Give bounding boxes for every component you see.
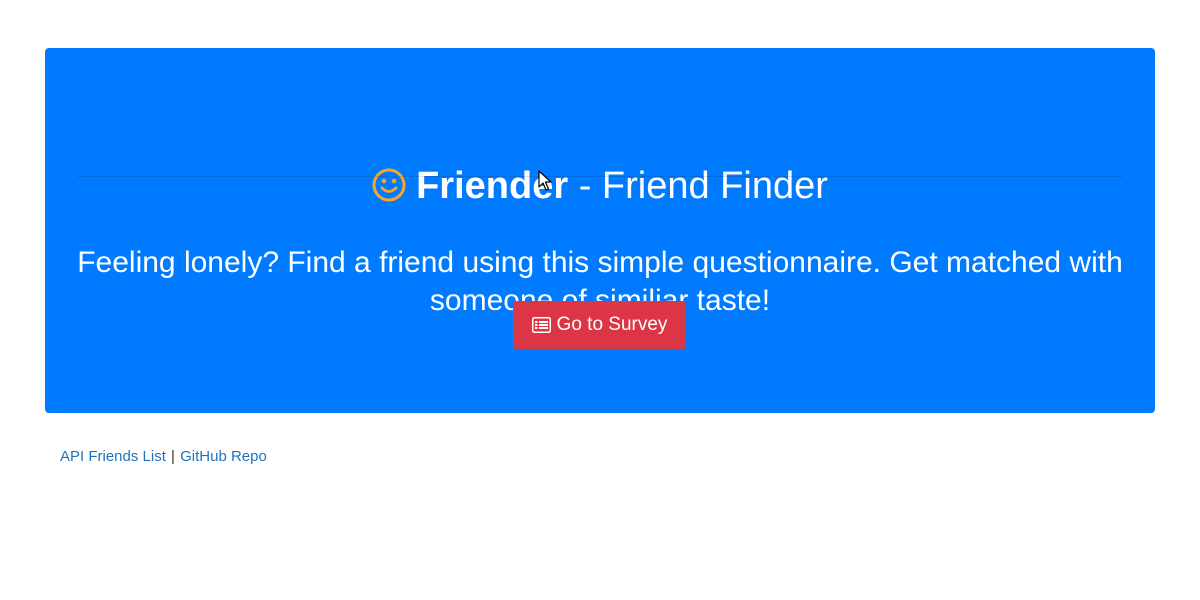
page-title: Friender - Friend Finder — [45, 160, 1155, 212]
list-alt-icon — [531, 317, 551, 333]
mouse-cursor-icon — [538, 170, 552, 191]
link-separator: | — [171, 448, 175, 465]
api-friends-list-link[interactable]: API Friends List — [60, 448, 166, 465]
footer-links: API Friends List | GitHub Repo — [60, 447, 267, 467]
divider — [77, 176, 1123, 177]
survey-button-label: Go to Survey — [556, 314, 668, 335]
go-to-survey-button[interactable]: Go to Survey — [513, 301, 686, 349]
github-repo-link[interactable]: GitHub Repo — [180, 448, 267, 465]
title-subtext: - Friend Finder — [568, 165, 828, 207]
smile-icon — [372, 168, 406, 202]
jumbotron: Friender - Friend Finder Feeling lonely?… — [45, 48, 1155, 413]
